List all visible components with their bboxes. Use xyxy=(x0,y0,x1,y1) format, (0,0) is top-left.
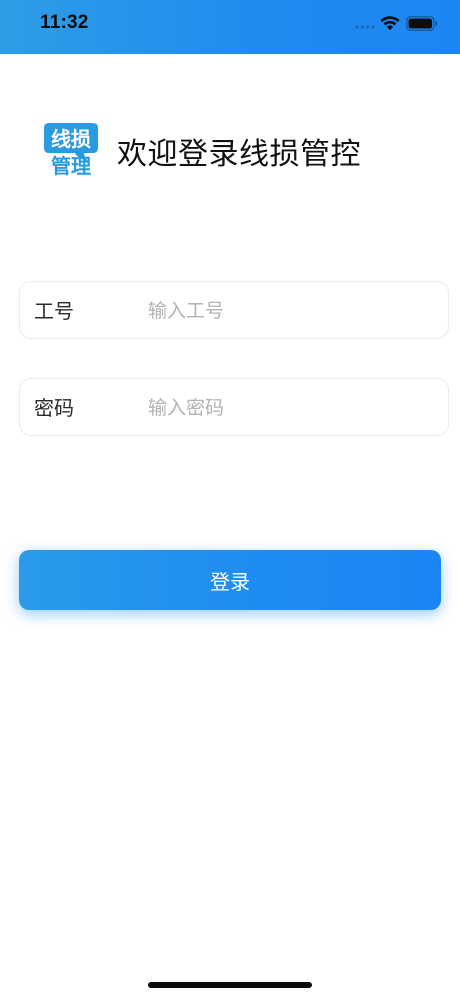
employee-id-input[interactable] xyxy=(148,291,438,331)
login-button[interactable]: 登录 xyxy=(19,550,441,610)
employee-id-label: 工号 xyxy=(34,299,74,323)
status-bar: 11:32 xyxy=(0,0,460,54)
password-label: 密码 xyxy=(34,396,74,420)
password-input[interactable] xyxy=(148,388,438,428)
home-indicator[interactable] xyxy=(148,982,312,988)
cellular-signal-icon xyxy=(355,25,375,29)
logo-text-line1: 线损 xyxy=(51,127,91,151)
battery-icon xyxy=(406,16,438,31)
password-field[interactable]: 密码 xyxy=(19,378,449,436)
page-title: 欢迎登录线损管控 xyxy=(117,137,361,172)
logo-text-line2: 管理 xyxy=(51,154,91,177)
app-logo: 线损 管理 xyxy=(44,123,98,177)
employee-id-field[interactable]: 工号 xyxy=(19,281,449,339)
wifi-icon xyxy=(380,16,400,31)
status-time: 11:32 xyxy=(40,12,89,33)
